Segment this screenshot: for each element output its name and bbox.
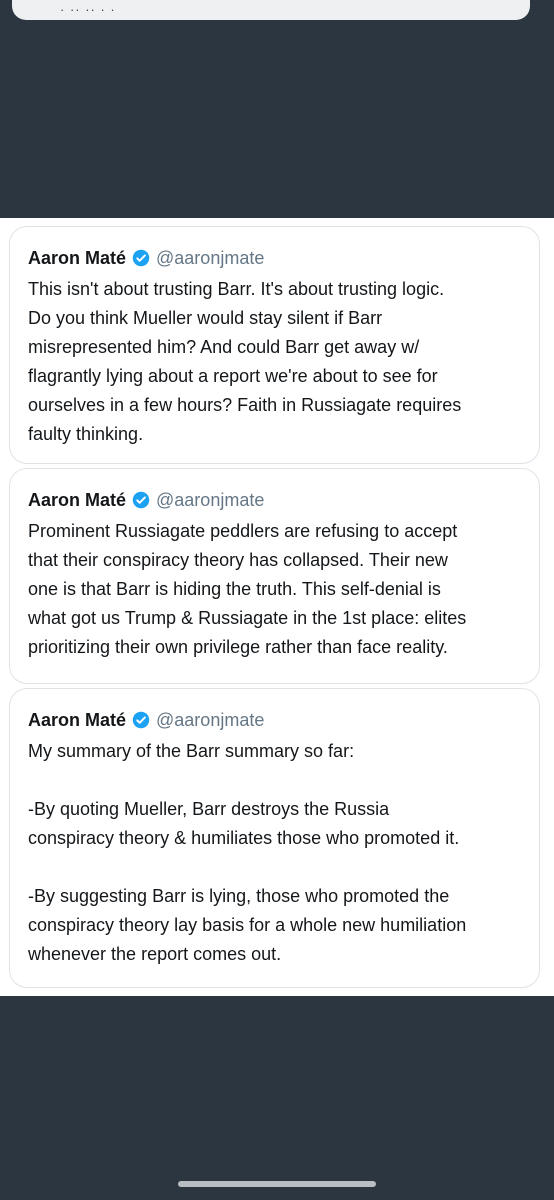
verified-badge-icon xyxy=(132,491,150,509)
tweet-header: Aaron Maté @aaronjmate xyxy=(28,245,521,271)
tweet-text: This isn't about trusting Barr. It's abo… xyxy=(28,279,462,444)
tweet-card[interactable]: Aaron Maté @aaronjmate This isn't about … xyxy=(9,226,540,464)
tweet-header: Aaron Maté @aaronjmate xyxy=(28,707,521,733)
tweet-header: Aaron Maté @aaronjmate xyxy=(28,487,521,513)
previous-card: · ·· ·· · · xyxy=(12,0,530,20)
tweet-text: My summary of the Barr summary so far: -… xyxy=(28,741,467,964)
tweet-card[interactable]: Aaron Maté @aaronjmate Prominent Russiag… xyxy=(9,468,540,684)
verified-badge-icon xyxy=(132,249,150,267)
tweet-card[interactable]: Aaron Maté @aaronjmate My summary of the… xyxy=(9,688,540,988)
verified-badge-icon xyxy=(132,711,150,729)
tweet-text: Prominent Russiagate peddlers are refusi… xyxy=(28,521,467,657)
home-indicator[interactable] xyxy=(178,1181,376,1187)
author-name: Aaron Maté xyxy=(28,247,127,268)
tweet-screenshot-sheet: Aaron Maté @aaronjmate This isn't about … xyxy=(0,218,554,996)
author-handle: @aaronjmate xyxy=(156,709,265,730)
previous-card-text: · ·· ·· · · xyxy=(60,2,116,17)
author-name: Aaron Maté xyxy=(28,489,127,510)
author-handle: @aaronjmate xyxy=(156,247,265,268)
author-handle: @aaronjmate xyxy=(156,489,265,510)
author-name: Aaron Maté xyxy=(28,709,127,730)
